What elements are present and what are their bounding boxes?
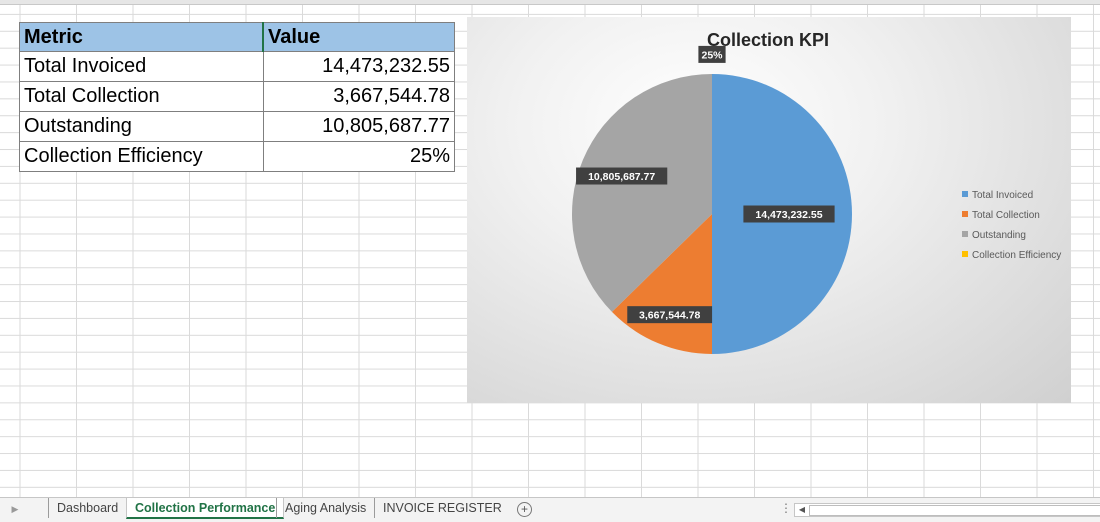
data-label-text: 3,667,544.78 (639, 310, 700, 322)
table-row: Outstanding 10,805,687.77 (19, 111, 455, 142)
table-row: Total Collection 3,667,544.78 (19, 81, 455, 112)
data-label-text: 14,473,232.55 (755, 209, 822, 221)
metric-cell[interactable]: Outstanding (19, 111, 264, 142)
value-cell[interactable]: 10,805,687.77 (262, 111, 455, 142)
value-cell[interactable]: 3,667,544.78 (262, 81, 455, 112)
metric-cell[interactable]: Total Collection (19, 81, 264, 112)
sheet-tab-bar: ▶ Dashboard Collection Performance Aging A… (0, 497, 1100, 522)
value-cell[interactable]: 14,473,232.55 (262, 51, 455, 82)
triangle-left-icon[interactable]: ▶ (8, 502, 22, 516)
scrollbar-thumb[interactable] (809, 505, 1100, 516)
value-cell[interactable]: 25% (262, 141, 455, 172)
data-label: 25% (698, 45, 726, 63)
header-metric[interactable]: Metric (19, 22, 264, 52)
metric-cell[interactable]: Collection Efficiency (19, 141, 264, 172)
data-label-text: 10,805,687.77 (588, 171, 655, 183)
header-value[interactable]: Value (262, 22, 455, 52)
legend-label: Total Invoiced (972, 190, 1033, 201)
column-header-strip (0, 0, 1100, 5)
metric-cell[interactable]: Total Invoiced (19, 51, 264, 82)
legend-entry[interactable]: Outstanding (962, 230, 1026, 241)
data-label: 14,473,232.55 (743, 205, 835, 223)
triangle-left-icon[interactable]: ◀ (797, 504, 807, 516)
tab-collection-performance[interactable]: Collection Performance (126, 498, 285, 519)
horizontal-scrollbar[interactable]: ◀ (794, 503, 1100, 517)
table-header-row: Metric Value (19, 22, 455, 52)
chart-legend[interactable]: Total Invoiced Total Collection Outstandin… (962, 190, 1061, 261)
legend-swatch (962, 211, 968, 217)
legend-label: Outstanding (972, 230, 1026, 241)
kpi-table: Metric Value Total Invoiced 14,473,232.5… (19, 22, 455, 172)
tab-aging-analysis[interactable]: Aging Analysis (276, 498, 374, 518)
chart-canvas: Collection KPI 14,473,232.553,667,544.78… (572, 30, 1061, 354)
split-handle-icon[interactable]: ⋮ (780, 501, 792, 515)
pie-chart[interactable]: Collection KPI 14,473,232.55 3,667,544.78… (467, 17, 1071, 403)
table-row: Collection Efficiency 25% (19, 141, 455, 172)
legend-entry[interactable]: Total Invoiced (962, 190, 1033, 201)
tab-invoice-register[interactable]: INVOICE REGISTER (374, 498, 510, 518)
tab-dashboard[interactable]: Dashboard (48, 498, 126, 518)
legend-label: Total Collection (972, 210, 1040, 221)
table-row: Total Invoiced 14,473,232.55 (19, 51, 455, 82)
legend-swatch (962, 191, 968, 197)
data-label: 10,805,687.77 (576, 167, 668, 185)
data-label: 3,667,544.78 (627, 306, 713, 324)
legend-entry[interactable]: Collection Efficiency (962, 250, 1061, 261)
plus-circle-icon[interactable]: + (517, 502, 532, 517)
legend-swatch (962, 231, 968, 237)
legend-label: Collection Efficiency (972, 250, 1061, 261)
legend-swatch (962, 251, 968, 257)
legend-entry[interactable]: Total Collection (962, 210, 1040, 221)
data-label-text: 25% (701, 49, 723, 61)
